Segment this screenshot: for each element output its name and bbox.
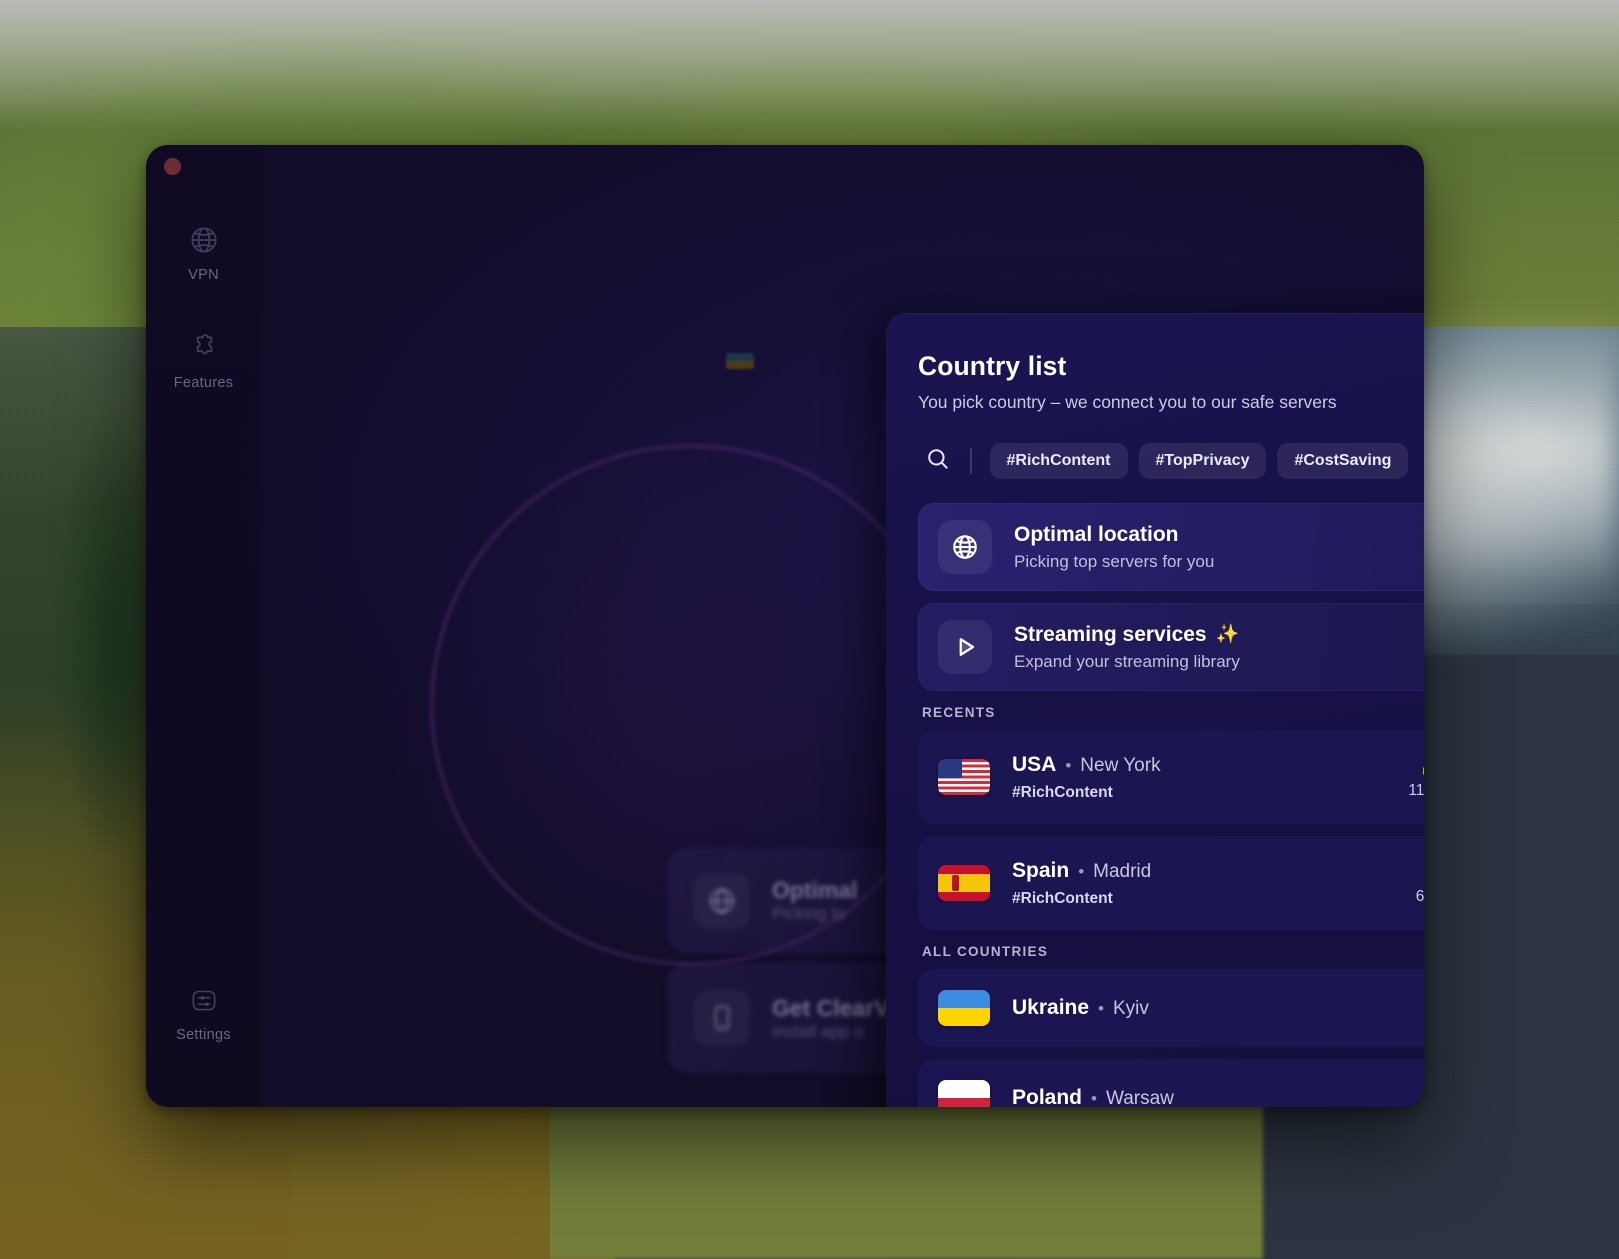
- page-title: Country list: [918, 351, 1067, 381]
- country-name: Ukraine: [1012, 996, 1090, 1019]
- page-subtitle: You pick country – we connect you to our…: [918, 392, 1337, 412]
- status-badge: 114 ms: [1408, 755, 1424, 800]
- country-name: Spain: [1012, 858, 1070, 882]
- globe-grid-icon: [187, 223, 221, 257]
- flag-spain-icon: [938, 865, 990, 901]
- tag-cost-saving[interactable]: #CostSaving: [1277, 443, 1409, 479]
- separator-dot: •: [1078, 861, 1085, 881]
- country-city: New York: [1080, 754, 1161, 776]
- section-label: RECENTS: [922, 705, 996, 720]
- table-row[interactable]: Ukraine • Kyiv 5 ms: [918, 969, 1424, 1047]
- card-title-text: Streaming services: [1014, 622, 1207, 646]
- optimal-location-title: Optimal location: [1014, 523, 1214, 547]
- status-badge: 60 ms: [1416, 861, 1424, 906]
- sidebar-item-vpn[interactable]: VPN: [146, 223, 261, 283]
- sidebar-item-settings[interactable]: Settings: [146, 983, 261, 1043]
- sidebar-item-label: VPN: [188, 267, 219, 283]
- table-row[interactable]: Spain • Madrid #RichContent 60 ms: [918, 836, 1424, 930]
- separator-dot: •: [1098, 999, 1104, 1018]
- sliders-icon: [187, 983, 221, 1017]
- streaming-services-card[interactable]: Streaming services ✨ Expand your streami…: [918, 603, 1424, 691]
- signal-bars-icon: [1422, 755, 1424, 775]
- status-badge: 18 ms: [1416, 1076, 1424, 1108]
- sparkle-icon: ✨: [1215, 624, 1240, 645]
- ping-value: 18 ms: [1416, 1103, 1424, 1108]
- filter-bar: #RichContent #TopPrivacy #CostSaving: [886, 413, 1424, 481]
- search-icon: [925, 446, 951, 477]
- sidebar-item-label: Features: [173, 375, 234, 391]
- panel-header: Country list You pick country – we conne…: [886, 313, 1424, 413]
- tag-rich-content[interactable]: #RichContent: [989, 443, 1128, 479]
- filter-divider: [970, 448, 972, 474]
- country-tag: #RichContent: [1012, 783, 1113, 801]
- flag-ukraine-icon: [938, 990, 990, 1026]
- section-label: ALL COUNTRIES: [922, 944, 1049, 959]
- separator-dot: •: [1091, 1089, 1097, 1107]
- tag-top-privacy[interactable]: #TopPrivacy: [1138, 443, 1267, 479]
- sidebar-nav: VPN Features Settings: [146, 145, 261, 1107]
- phone-icon: [694, 990, 750, 1046]
- table-row[interactable]: Poland • Warsaw 18 ms: [918, 1059, 1424, 1107]
- streaming-services-title: Streaming services ✨: [1014, 623, 1240, 647]
- country-city: Madrid: [1093, 860, 1152, 882]
- ping-value: 60 ms: [1415, 887, 1424, 905]
- country-city: Warsaw: [1105, 1088, 1174, 1107]
- separator-dot: •: [1065, 755, 1072, 775]
- sidebar-item-label: Settings: [176, 1027, 231, 1043]
- country-tag: #RichContent: [1012, 889, 1113, 907]
- background-card-subtitle: Install app o: [772, 1021, 864, 1041]
- puzzle-piece-icon: [187, 331, 221, 365]
- country-name: USA: [1012, 752, 1057, 776]
- background-card-title: Get ClearV: [772, 994, 890, 1021]
- country-city: Kyiv: [1113, 998, 1149, 1019]
- country-name: Poland: [1012, 1086, 1083, 1107]
- flag-usa-icon: [938, 759, 990, 795]
- card-title-text: Optimal location: [1014, 522, 1179, 546]
- background-card-subtitle: Picking to: [772, 904, 846, 923]
- flag-poland-icon: [938, 1080, 990, 1107]
- optimal-location-card[interactable]: Optimal location Picking top servers for…: [918, 503, 1424, 591]
- app-window: VPN Features Settings Optimal Picking to…: [146, 145, 1424, 1107]
- optimal-location-subtitle: Picking top servers for you: [1014, 551, 1215, 571]
- background-chip: [726, 353, 754, 369]
- globe-icon: [938, 520, 992, 574]
- table-row[interactable]: USA • New York #RichContent 114 ms: [918, 730, 1424, 824]
- section-header-recents: RECENTS: [922, 705, 1424, 720]
- country-list: Optimal location Picking top servers for…: [886, 481, 1424, 1107]
- sidebar-item-features[interactable]: Features: [146, 331, 261, 391]
- streaming-services-subtitle: Expand your streaming library: [1014, 651, 1240, 671]
- play-icon: [938, 620, 992, 674]
- section-header-all-countries: ALL COUNTRIES PING: [922, 944, 1424, 959]
- globe-icon: [694, 872, 750, 929]
- background-card-title: Optimal: [772, 877, 858, 903]
- ping-value: 114 ms: [1408, 781, 1424, 799]
- country-list-panel: Country list You pick country – we conne…: [886, 313, 1424, 1107]
- search-input[interactable]: [918, 441, 958, 481]
